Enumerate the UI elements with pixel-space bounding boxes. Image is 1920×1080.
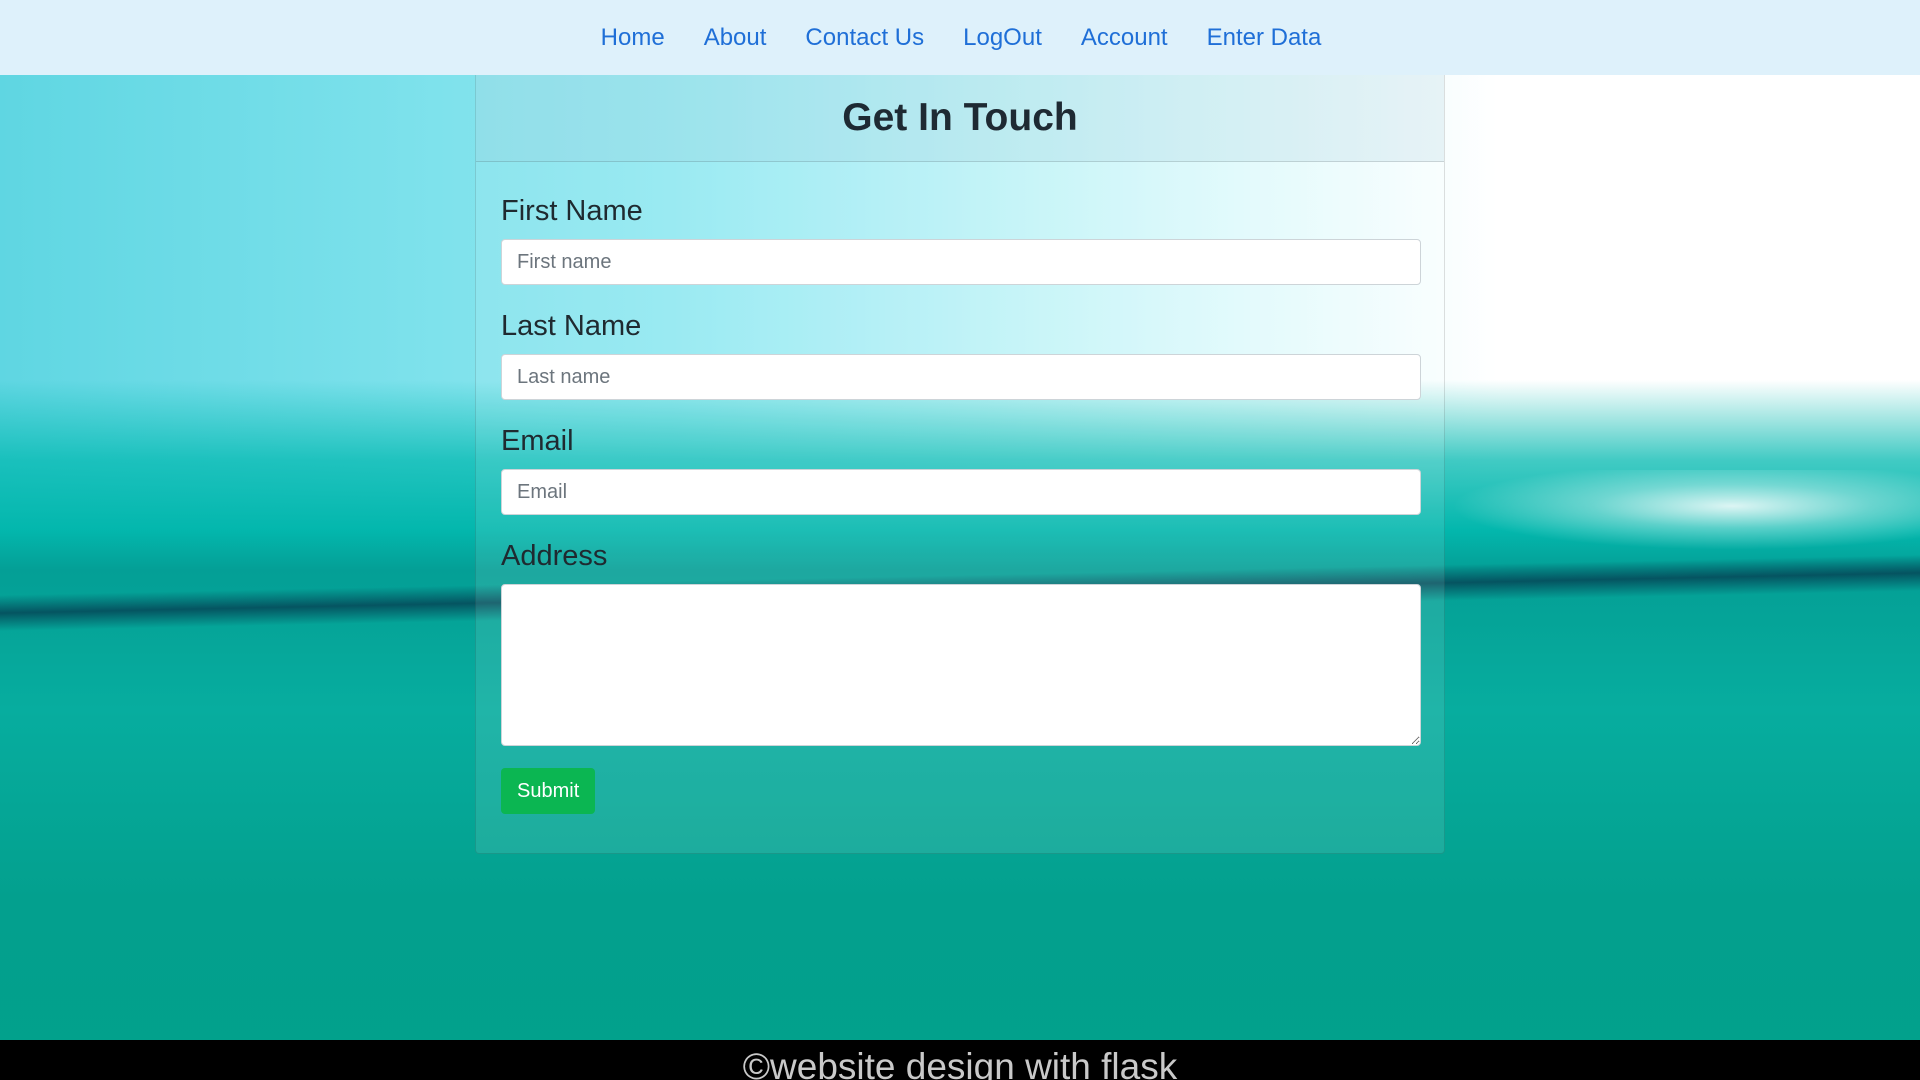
nav-link-contact-us[interactable]: Contact Us xyxy=(786,0,944,75)
card-body: First Name Last Name Email Address Submi… xyxy=(476,195,1444,814)
footer: ©website design with flask xyxy=(0,1040,1920,1080)
nav-list: Home About Contact Us LogOut Account Ent… xyxy=(581,0,1341,75)
nav-link-home[interactable]: Home xyxy=(581,0,684,75)
first-name-label: First Name xyxy=(501,195,643,227)
submit-button[interactable]: Submit xyxy=(501,768,596,814)
background-highlight xyxy=(1450,470,1920,550)
nav-link-enter-data[interactable]: Enter Data xyxy=(1187,0,1341,75)
top-navbar: Home About Contact Us LogOut Account Ent… xyxy=(0,0,1920,75)
nav-link-about[interactable]: About xyxy=(684,0,786,75)
last-name-label: Last Name xyxy=(501,310,642,342)
email-label: Email xyxy=(501,425,574,457)
nav-link-account[interactable]: Account xyxy=(1061,0,1187,75)
address-label: Address xyxy=(501,540,608,572)
contact-form-card: Get In Touch First Name Last Name Email … xyxy=(475,75,1445,854)
address-textarea[interactable] xyxy=(501,584,1421,746)
card-header: Get In Touch xyxy=(476,75,1444,162)
email-input[interactable] xyxy=(501,469,1421,515)
nav-link-logout[interactable]: LogOut xyxy=(944,0,1062,75)
last-name-input[interactable] xyxy=(501,354,1421,400)
first-name-input[interactable] xyxy=(501,239,1421,285)
footer-text: ©website design with flask xyxy=(742,1046,1178,1080)
form-title: Get In Touch xyxy=(842,96,1078,139)
